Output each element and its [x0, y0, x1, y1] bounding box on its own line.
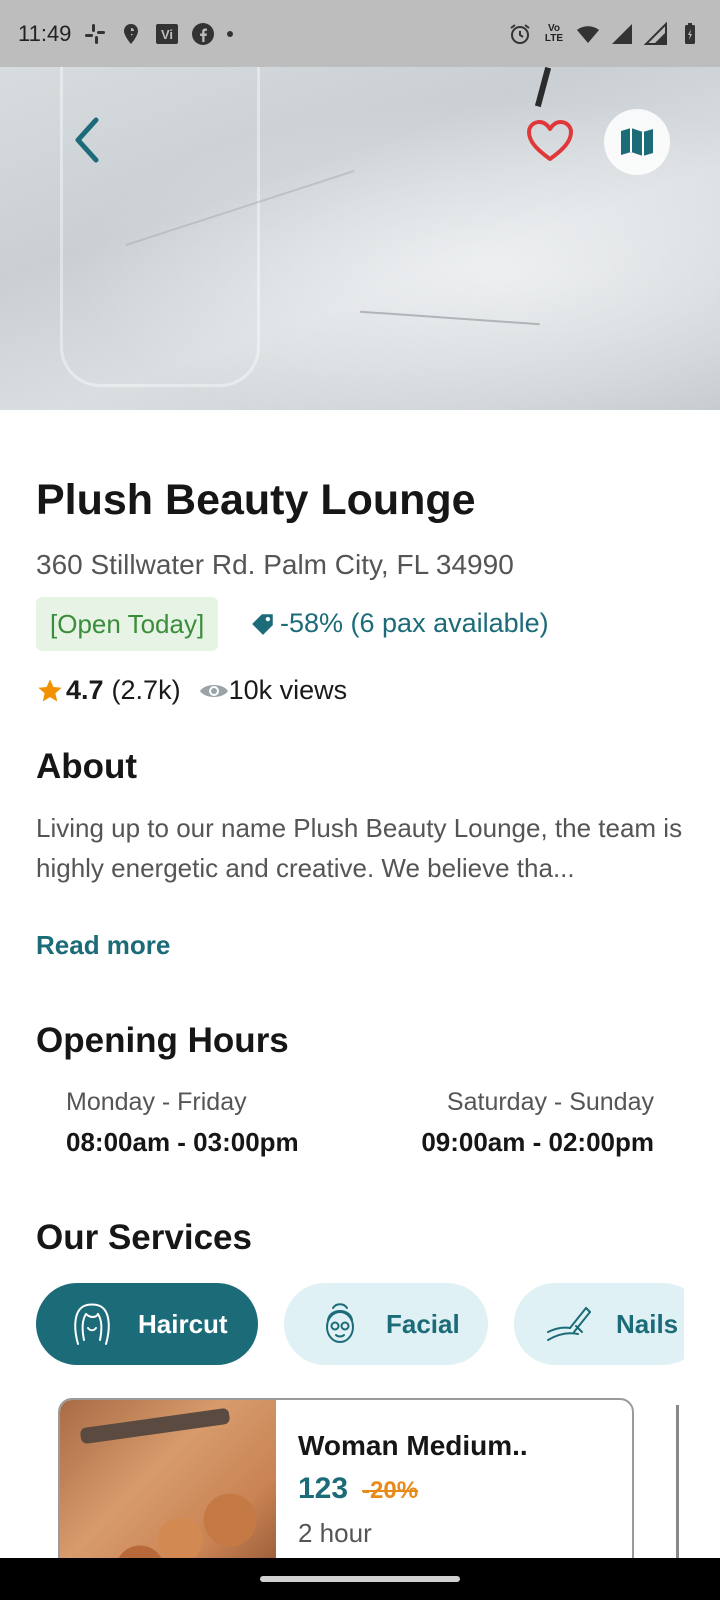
- weekend-time: 09:00am - 02:00pm: [421, 1127, 654, 1157]
- slack-icon: [83, 22, 107, 46]
- chip-facial-label: Facial: [386, 1308, 460, 1339]
- screen: 11:49 Vi Vo LTE Plush Beauty Lounge 360 …: [0, 0, 720, 1600]
- rating-row: 4.7 (2.7k) 10k views: [36, 675, 347, 706]
- chip-haircut-label: Haircut: [138, 1308, 228, 1339]
- haircut-icon: [68, 1300, 116, 1348]
- facial-icon: [316, 1300, 364, 1348]
- open-status-badge: [Open Today]: [36, 597, 219, 651]
- opening-hours-heading: Opening Hours: [36, 1021, 289, 1060]
- nail-polish-icon: [546, 1300, 594, 1348]
- chevron-left-icon: [75, 117, 99, 163]
- service-category-chips: Haircut Facial Nails: [36, 1283, 684, 1367]
- vi-app-icon: Vi: [155, 22, 179, 46]
- signal-icon: [610, 22, 634, 46]
- discount-text: -58% (6 pax available): [280, 608, 549, 638]
- rating-count: (2.7k): [111, 675, 181, 705]
- about-text: Living up to our name Plush Beauty Loung…: [36, 813, 683, 883]
- status-bar: 11:49 Vi Vo LTE: [0, 0, 720, 67]
- alarm-icon: [508, 22, 532, 46]
- weekend-days: Saturday - Sunday: [446, 1088, 654, 1116]
- eye-icon: [199, 684, 228, 697]
- service-card-title: Woman Medium..: [298, 1430, 528, 1461]
- star-icon: [38, 678, 62, 701]
- facebook-icon: [191, 22, 215, 46]
- views-count: 10k views: [228, 675, 348, 705]
- back-button[interactable]: [58, 112, 114, 168]
- map-button[interactable]: [604, 109, 670, 175]
- chip-nails-label: Nails: [616, 1308, 679, 1339]
- map-icon: [621, 128, 653, 156]
- hero-floor-line: [360, 310, 540, 326]
- rating-value: 4.7: [66, 675, 104, 705]
- more-notifications-dot: [227, 30, 234, 37]
- volte-icon: Vo LTE: [542, 23, 566, 44]
- read-more-link[interactable]: Read more: [36, 930, 170, 961]
- chip-facial[interactable]: Facial: [284, 1283, 488, 1365]
- home-gesture-handle[interactable]: [260, 1576, 460, 1582]
- battery-icon: [678, 22, 702, 46]
- favorite-button[interactable]: [522, 113, 578, 169]
- hero-chair-leg: [534, 67, 552, 108]
- heart-outline-icon: [527, 120, 573, 161]
- about-heading: About: [36, 747, 138, 786]
- chip-haircut[interactable]: Haircut: [36, 1283, 258, 1365]
- volte-bottom-label: LTE: [544, 32, 564, 44]
- service-card-price: 123: [298, 1472, 349, 1505]
- venue-address: 360 Stillwater Rd. Palm City, FL 34990: [36, 549, 514, 580]
- weekend-hours: Saturday - Sunday 09:00am - 02:00pm: [421, 1088, 654, 1158]
- location-app-icon: [119, 22, 143, 46]
- signal-2-icon: [644, 21, 668, 46]
- status-notification-icons: Vi: [83, 22, 234, 46]
- service-card-duration: 2 hour: [298, 1518, 372, 1548]
- status-system-icons: Vo LTE: [508, 21, 702, 46]
- tag-icon: [252, 613, 273, 635]
- curling-iron-shape: [79, 1407, 231, 1445]
- services-heading: Our Services: [36, 1218, 252, 1257]
- discount-info: -58% (6 pax available): [250, 608, 549, 639]
- weekday-days: Monday - Friday: [66, 1088, 247, 1116]
- service-card-discount: -20%: [362, 1477, 419, 1504]
- svg-text:Vi: Vi: [161, 27, 173, 42]
- views: 10k views: [199, 675, 348, 706]
- service-card-price-row: 123 -20%: [298, 1472, 418, 1506]
- weekday-time: 08:00am - 03:00pm: [66, 1127, 299, 1157]
- venue-name: Plush Beauty Lounge: [36, 476, 476, 524]
- system-navigation-bar: [0, 1558, 720, 1600]
- chip-nails[interactable]: Nails: [514, 1283, 684, 1365]
- weekday-hours: Monday - Friday 08:00am - 03:00pm: [66, 1088, 299, 1158]
- wifi-icon: [576, 22, 600, 46]
- status-time: 11:49: [18, 20, 72, 46]
